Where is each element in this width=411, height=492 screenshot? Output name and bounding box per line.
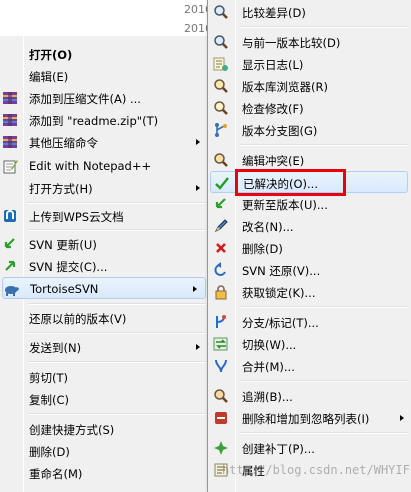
menu-separator: [28, 332, 206, 334]
submenu-item-check-modifications[interactable]: 检查修改(F): [208, 97, 410, 119]
menu-item-upload-wps[interactable]: 上传到WPS云文档: [0, 205, 208, 227]
submenu-item-revision-graph[interactable]: 版本分支图(G): [208, 119, 410, 141]
menu-separator: [28, 413, 206, 415]
repo-browser-icon: [213, 78, 229, 94]
blame-icon: [213, 388, 229, 404]
menu-separator: [240, 144, 408, 146]
submenu-item-update-to-revision[interactable]: 更新至版本(U)...: [208, 193, 410, 215]
menu-item-rename[interactable]: 重命名(M): [0, 462, 208, 484]
submenu-item-diff[interactable]: 比较差异(D): [208, 1, 410, 23]
winrar-icon: [2, 90, 18, 106]
patch-icon: [213, 440, 229, 456]
edit-conflicts-icon: [213, 152, 229, 168]
submenu-item-delete[interactable]: 删除(D): [208, 237, 410, 259]
watermark-text: http://blog.csdn.net/WHYIF: [222, 463, 410, 477]
menu-item-svn-commit[interactable]: SVN 提交(C)...: [0, 255, 208, 277]
submenu-item-rename[interactable]: 改名(N)...: [208, 215, 410, 237]
check-modifications-icon: [213, 100, 229, 116]
menu-item-restore-previous[interactable]: 还原以前的版本(V): [0, 307, 208, 329]
notepadpp-icon: [2, 158, 18, 174]
submenu-item-merge[interactable]: 合并(M)...: [208, 355, 410, 377]
rename-icon: [213, 218, 229, 234]
menu-item-create-shortcut[interactable]: 创建快捷方式(S): [0, 418, 208, 440]
menu-separator: [240, 380, 408, 382]
menu-item-send-to[interactable]: 发送到(N): [0, 336, 208, 358]
explorer-context-menu: 打开(O) 编辑(E) 添加到压缩文件(A) ... 添加到 "readme.z…: [0, 36, 210, 492]
submenu-item-switch[interactable]: 切换(W)...: [208, 333, 410, 355]
submenu-item-blame[interactable]: 追溯(B)...: [208, 385, 410, 407]
submenu-arrow-icon: [196, 139, 200, 145]
submenu-item-get-lock[interactable]: 获取锁定(K)...: [208, 281, 410, 303]
menu-separator: [240, 26, 408, 28]
menu-separator: [28, 202, 206, 204]
menu-separator: [28, 361, 206, 363]
menu-item-open[interactable]: 打开(O): [0, 43, 208, 65]
submenu-item-svn-revert[interactable]: SVN 还原(V)...: [208, 259, 410, 281]
submenu-item-create-patch[interactable]: 创建补丁(P)...: [208, 437, 410, 459]
submenu-item-diff-previous[interactable]: 与前一版本比较(D): [208, 31, 410, 53]
check-icon: [214, 175, 230, 191]
submenu-arrow-icon: [193, 286, 197, 292]
menu-item-delete[interactable]: 删除(D): [0, 440, 208, 462]
menu-item-cut[interactable]: 剪切(T): [0, 366, 208, 388]
submenu-arrow-icon: [196, 185, 200, 191]
menu-item-other-compress[interactable]: 其他压缩命令: [0, 131, 208, 153]
delete-x-icon: [213, 240, 229, 256]
merge-icon: [213, 358, 229, 374]
switch-icon: [213, 336, 229, 352]
menu-item-add-to-archive[interactable]: 添加到压缩文件(A) ...: [0, 87, 208, 109]
submenu-item-show-log[interactable]: 显示日志(L): [208, 53, 410, 75]
menu-item-copy[interactable]: 复制(C): [0, 388, 208, 410]
tortoise-icon: [3, 281, 19, 297]
svn-commit-icon: [2, 258, 18, 274]
update-to-revision-icon: [213, 196, 229, 212]
menu-item-add-to-readme-zip[interactable]: 添加到 "readme.zip"(T): [0, 109, 208, 131]
submenu-item-ignore-list[interactable]: 删除和增加到忽略列表(I): [208, 407, 410, 429]
submenu-item-edit-conflicts[interactable]: 编辑冲突(E): [208, 149, 410, 171]
menu-separator: [28, 229, 206, 231]
submenu-arrow-icon: [196, 344, 200, 350]
svn-update-icon: [2, 236, 18, 252]
revision-graph-icon: [213, 122, 229, 138]
menu-separator: [240, 432, 408, 434]
menu-separator: [240, 306, 408, 308]
log-icon: [213, 56, 229, 72]
menu-separator: [28, 303, 206, 305]
winrar-icon: [2, 112, 18, 128]
lock-icon: [213, 284, 229, 300]
tortoisesvn-submenu: 比较差异(D) 与前一版本比较(D) 显示日志(L) 版本库浏览器(R) 检查修…: [207, 0, 411, 492]
annotation-highlight-box: [235, 169, 346, 196]
menu-item-svn-update[interactable]: SVN 更新(U): [0, 233, 208, 255]
ignore-icon: [213, 410, 229, 426]
submenu-item-repo-browser[interactable]: 版本库浏览器(R): [208, 75, 410, 97]
menu-item-open-with[interactable]: 打开方式(H): [0, 177, 208, 199]
menu-item-edit[interactable]: 编辑(E): [0, 65, 208, 87]
branch-icon: [213, 314, 229, 330]
wps-cloud-icon: [2, 208, 18, 224]
magnifier-icon: [213, 34, 229, 50]
submenu-arrow-icon: [400, 415, 404, 421]
menu-item-edit-notepadpp[interactable]: Edit with Notepad++: [0, 155, 208, 177]
menu-item-tortoisesvn[interactable]: TortoiseSVN: [2, 277, 206, 299]
magnifier-icon: [213, 4, 229, 20]
revert-icon: [213, 262, 229, 278]
submenu-item-branch-tag[interactable]: 分支/标记(T)...: [208, 311, 410, 333]
winrar-icon: [2, 134, 18, 150]
